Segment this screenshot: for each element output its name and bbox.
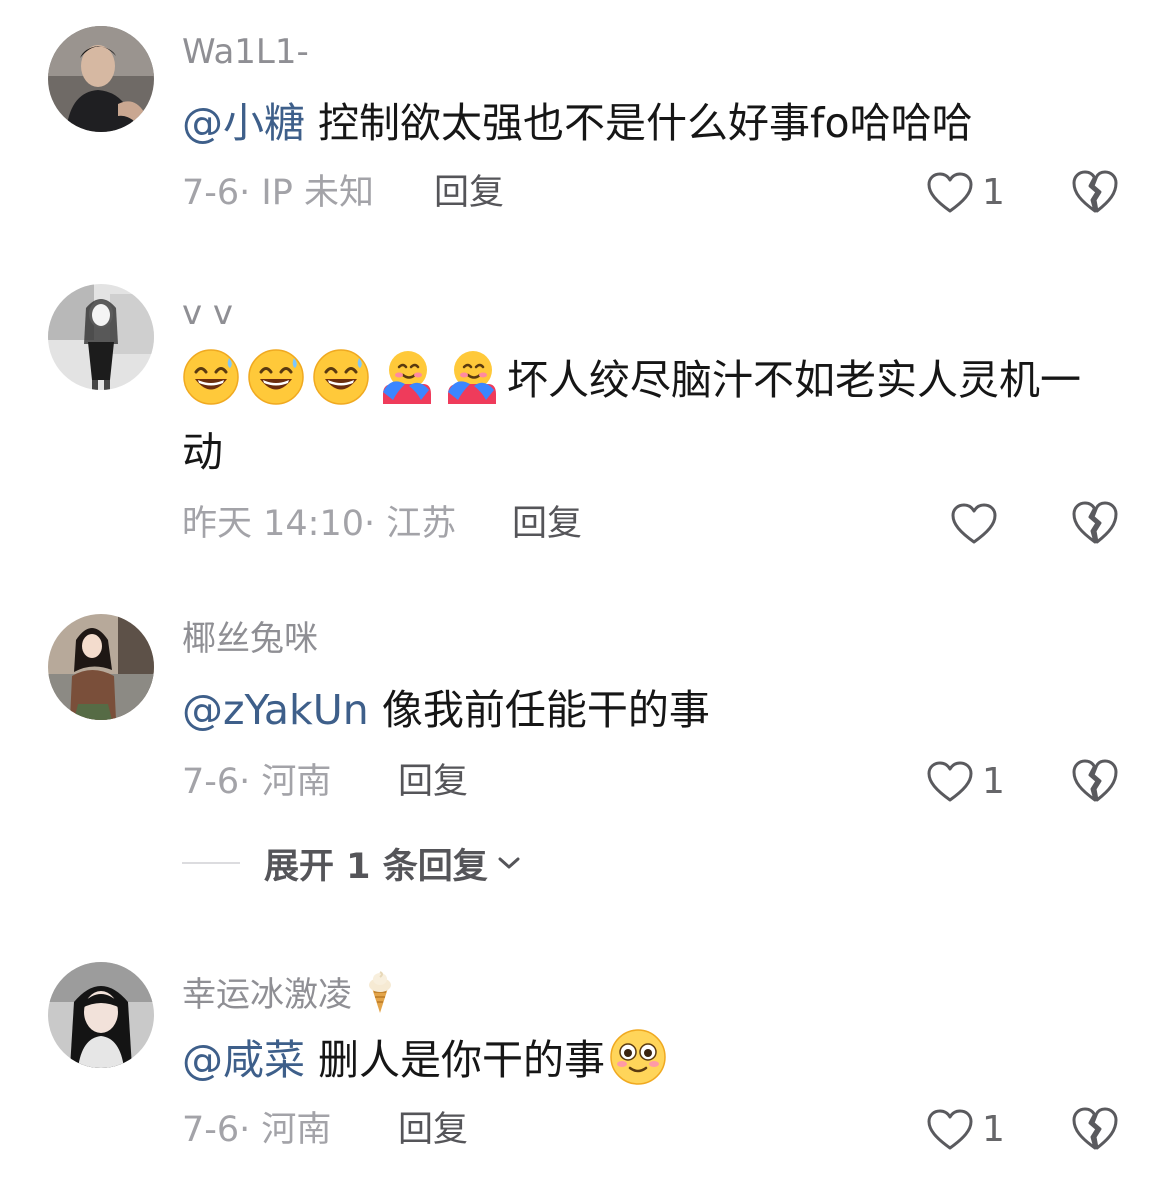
heart-icon <box>951 503 997 544</box>
divider-line <box>182 862 240 864</box>
chevron-down-icon <box>498 857 520 869</box>
username[interactable]: Wa1L1- <box>182 35 309 69</box>
broken-heart-icon <box>1072 1107 1118 1150</box>
dislike-button[interactable] <box>1070 499 1120 549</box>
reply-button[interactable]: 回复 <box>434 176 504 211</box>
comment-meta: 昨天 14:10· 江苏 <box>182 504 457 544</box>
hug-emoji <box>383 351 431 404</box>
expand-replies-button[interactable]: 展开 1 条回复 <box>182 843 522 887</box>
dislike-button[interactable] <box>1070 1105 1120 1155</box>
dislike-button[interactable] <box>1070 168 1120 218</box>
comment-3: 椰丝兔咪 @zYakUn 像我前任能干的事 7-6· 河南 回复 1 <box>0 580 1162 930</box>
broken-heart-icon <box>1072 501 1118 544</box>
reply-button[interactable]: 回复 <box>398 765 468 800</box>
mention-link[interactable]: @zYakUn <box>182 686 369 734</box>
heart-icon <box>927 172 973 213</box>
username-text: 幸运冰激凌 <box>182 975 352 1015</box>
comment-text: @咸菜 删人是你干的事 <box>182 1024 1102 1096</box>
mention-link[interactable]: @咸菜 <box>182 1036 305 1084</box>
ice-cream-icon <box>369 971 391 1013</box>
like-button[interactable] <box>950 499 998 549</box>
expand-replies-label: 展开 1 条回复 <box>264 846 488 887</box>
flushed-emoji <box>610 1029 666 1085</box>
like-count: 1 <box>982 1109 1005 1150</box>
comment-text: @zYakUn 像我前任能干的事 <box>182 674 1102 746</box>
comment-4: 幸运冰激凌 @咸菜 删人是你干的事 7-6· 河南 回复 1 <box>0 930 1162 1188</box>
grinning-sweat-emoji <box>183 349 239 405</box>
comment-meta: 7-6· IP 未知 <box>182 173 374 213</box>
mention-link[interactable]: @小糖 <box>182 99 305 147</box>
avatar[interactable] <box>48 962 154 1068</box>
like-button[interactable]: 1 <box>926 757 1005 807</box>
reply-button[interactable]: 回复 <box>512 507 582 542</box>
comment-meta: 7-6· 河南 <box>182 1110 332 1150</box>
comment-body: 删人是你干的事 <box>318 1036 606 1084</box>
comment-body: 像我前任能干的事 <box>381 686 710 734</box>
comment-text: @小糖 控制欲太强也不是什么好事fo哈哈哈 <box>182 87 1102 159</box>
comment-text: 坏人绞尽脑汁不如老实人灵机一动 <box>182 344 1102 488</box>
heart-icon <box>927 761 973 802</box>
broken-heart-icon <box>1072 759 1118 802</box>
grinning-sweat-emoji <box>248 349 304 405</box>
hug-emoji <box>448 351 496 404</box>
grinning-sweat-emoji <box>313 349 369 405</box>
like-count: 1 <box>982 172 1005 213</box>
like-button[interactable]: 1 <box>926 168 1005 218</box>
broken-heart-icon <box>1072 170 1118 213</box>
like-button[interactable]: 1 <box>926 1105 1005 1155</box>
comment-meta: 7-6· 河南 <box>182 762 332 802</box>
username[interactable]: 幸运冰激凌 <box>182 970 398 1014</box>
dislike-button[interactable] <box>1070 757 1120 807</box>
username[interactable]: 椰丝兔咪 <box>182 622 318 656</box>
reply-button[interactable]: 回复 <box>398 1113 468 1148</box>
avatar[interactable] <box>48 284 154 390</box>
like-count: 1 <box>982 761 1005 802</box>
comment-body: 控制欲太强也不是什么好事fo哈哈哈 <box>318 99 973 147</box>
avatar[interactable] <box>48 614 154 720</box>
comment-1: Wa1L1- @小糖 控制欲太强也不是什么好事fo哈哈哈 7-6· IP 未知 … <box>0 0 1162 250</box>
username[interactable]: v v <box>182 296 233 330</box>
heart-icon <box>927 1109 973 1150</box>
comment-2: v v 坏人绞尽脑汁不如老实人灵机一动 昨天 14:10· 江苏 回复 <box>0 250 1162 580</box>
avatar[interactable] <box>48 26 154 132</box>
